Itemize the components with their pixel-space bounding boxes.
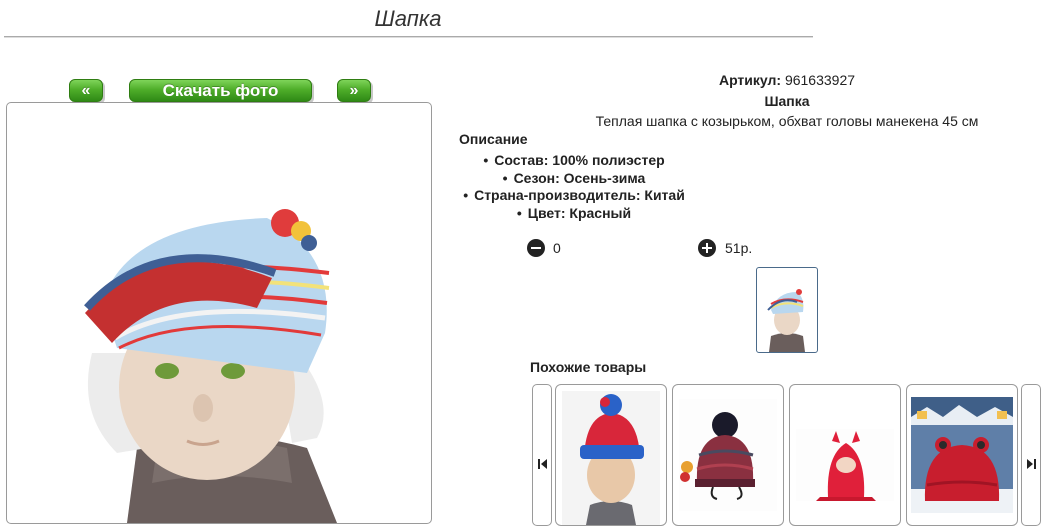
carousel-prev-button[interactable] [532,384,552,526]
decrease-quantity-icon[interactable] [527,239,545,257]
product-thumbnail[interactable] [756,267,818,353]
main-product-photo[interactable] [6,102,432,524]
product-short-description: Теплая шапка с козырьком, обхват головы … [595,113,979,129]
red-balaclava-icon [796,429,894,501]
page-title: Шапка [374,6,442,31]
article-value: 961633927 [784,72,856,88]
quantity-value: 0 [553,240,561,256]
article-line: Артикул: 961633927 [480,72,1062,88]
feature-item: Страна-производитель: Китай [449,187,699,205]
similar-product-card[interactable] [789,384,901,526]
similar-product-card[interactable] [672,384,784,526]
increase-quantity-icon[interactable] [698,239,716,257]
feature-item: Цвет: Красный [449,205,699,223]
feature-item: Сезон: Осень-зима [449,170,699,188]
similar-product-card[interactable] [906,384,1018,526]
description-heading: Описание [459,131,528,147]
next-photo-button[interactable]: » [337,79,371,102]
skip-back-icon [538,459,547,469]
thumbnail-image [767,289,805,352]
knitted-pompom-hat-icon [679,399,777,511]
mannequin-hat-image [84,209,337,523]
feature-item: Состав: 100% полиэстер [449,152,699,170]
feature-list: Состав: 100% полиэстер Сезон: Осень-зима… [449,152,699,222]
price-value: 51р. [725,240,753,256]
prev-photo-button[interactable]: « [69,79,103,102]
carousel-next-button[interactable] [1021,384,1041,526]
skip-forward-icon [1027,459,1036,469]
red-frog-hat-icon [911,397,1013,513]
red-blue-beanie-boy-icon [562,391,660,525]
download-photo-button[interactable]: Скачать фото [129,79,312,102]
similar-product-card[interactable] [555,384,667,526]
product-name: Шапка [764,93,810,109]
title-divider [4,36,813,38]
article-label: Артикул: [718,72,782,88]
similar-products-heading: Похожие товары [530,359,647,375]
